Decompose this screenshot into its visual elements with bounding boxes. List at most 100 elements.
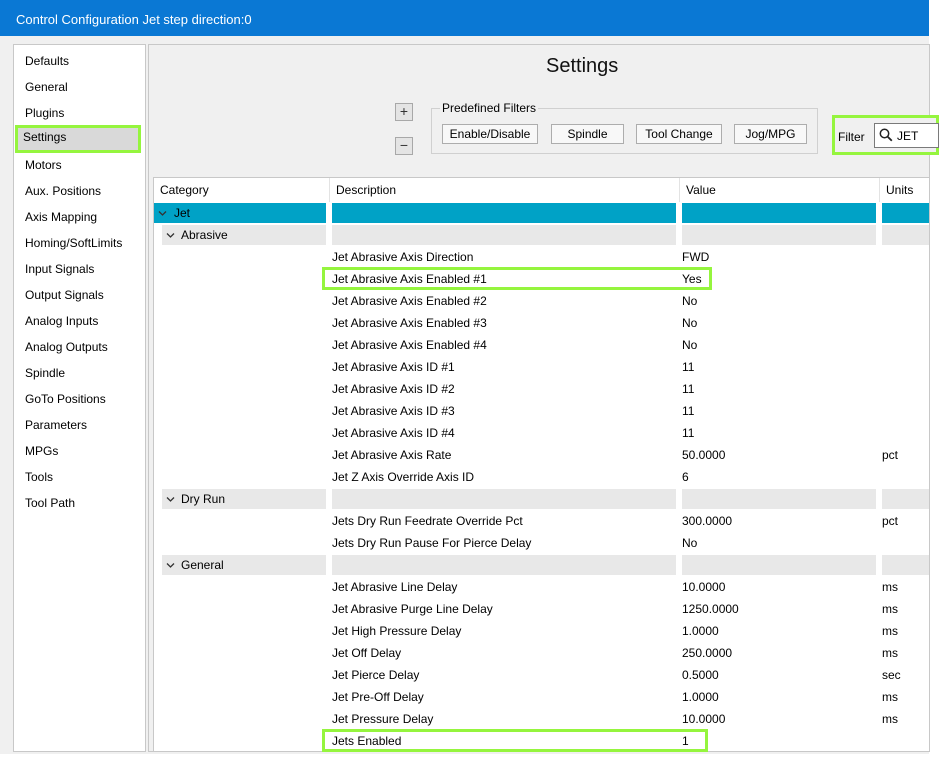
setting-description[interactable]: Jet Abrasive Axis ID #3 [332,401,455,421]
sidebar-item-goto-positions[interactable]: GoTo Positions [17,387,141,411]
setting-description[interactable]: Jet Abrasive Axis ID #4 [332,423,455,443]
setting-value[interactable]: FWD [682,247,709,267]
sidebar-item-settings[interactable]: Settings [15,125,141,153]
sidebar: Defaults General Plugins Settings Motors… [13,44,146,752]
sidebar-item-tool-path[interactable]: Tool Path [17,491,141,515]
column-header-value[interactable]: Value [680,178,880,202]
filter-enable-disable-button[interactable]: Enable/Disable [442,124,538,144]
setting-value[interactable]: 0.5000 [682,665,719,685]
sidebar-item-aux-positions[interactable]: Aux. Positions [17,179,141,203]
setting-value[interactable]: 250.0000 [682,643,732,663]
setting-value[interactable]: 1.0000 [682,621,719,641]
setting-description[interactable]: Jet Abrasive Axis Direction [332,247,473,267]
group-row-band [332,225,676,245]
column-header-units[interactable]: Units [880,178,929,202]
setting-value[interactable]: 10.0000 [682,577,725,597]
setting-description[interactable]: Jet Pre-Off Delay [332,687,424,707]
sidebar-item-plugins[interactable]: Plugins [17,101,141,125]
setting-description[interactable]: Jets Dry Run Feedrate Override Pct [332,511,523,531]
column-header-description[interactable]: Description [330,178,680,202]
setting-value[interactable]: 50.0000 [682,445,725,465]
setting-description[interactable]: Jets Dry Run Pause For Pierce Delay [332,533,531,553]
setting-description[interactable]: Jet Pierce Delay [332,665,419,685]
search-icon [879,128,893,142]
setting-units: pct [882,448,899,462]
root-row-band [882,203,929,223]
setting-description[interactable]: Jet Abrasive Axis Enabled #3 [332,313,487,333]
sidebar-item-analog-outputs[interactable]: Analog Outputs [17,335,141,359]
setting-value[interactable]: 1.0000 [682,687,719,707]
root-row-band [682,203,876,223]
group-label[interactable]: Abrasive [181,225,228,245]
setting-value[interactable]: 11 [682,357,694,377]
collapse-all-button[interactable]: − [395,137,413,155]
settings-grid[interactable]: Category Description Value Units Jet Abra… [153,177,930,752]
sidebar-item-defaults[interactable]: Defaults [17,49,141,73]
sidebar-item-mpgs[interactable]: MPGs [17,439,141,463]
setting-value[interactable]: 11 [682,401,694,421]
setting-description[interactable]: Jets Enabled [332,731,401,751]
chevron-down-icon[interactable] [158,209,167,218]
setting-value[interactable]: 300.0000 [682,511,732,531]
group-row-band [882,225,929,245]
window-title: Control Configuration Jet step direction… [0,0,930,36]
filter-label: Filter [838,130,865,144]
setting-units: pct [882,514,899,528]
setting-value[interactable]: No [682,335,697,355]
sidebar-item-tools[interactable]: Tools [17,465,141,489]
category-root-label[interactable]: Jet [174,203,190,223]
setting-description[interactable]: Jet Abrasive Axis ID #1 [332,357,455,377]
setting-description[interactable]: Jet Abrasive Axis Rate [332,445,451,465]
filter-input[interactable] [897,127,937,144]
group-row-band [332,489,676,509]
setting-value[interactable]: 1250.0000 [682,599,739,619]
filter-jog-mpg-button[interactable]: Jog/MPG [734,124,807,144]
chevron-down-icon[interactable] [166,561,175,570]
setting-value[interactable]: 1 [682,731,689,751]
setting-value[interactable]: 6 [682,467,689,487]
setting-units: sec [882,668,901,682]
column-header-category[interactable]: Category [154,178,330,202]
sidebar-item-parameters[interactable]: Parameters [17,413,141,437]
setting-description[interactable]: Jet Abrasive Axis Enabled #1 [332,269,487,289]
sidebar-item-general[interactable]: General [17,75,141,99]
group-row-band [682,489,876,509]
setting-value[interactable]: 11 [682,379,694,399]
sidebar-item-homing-softlimits[interactable]: Homing/SoftLimits [17,231,141,255]
setting-value[interactable]: Yes [682,269,702,289]
setting-units: ms [882,690,898,704]
group-row-band [332,555,676,575]
setting-units: ms [882,712,898,726]
setting-description[interactable]: Jet Pressure Delay [332,709,433,729]
setting-value[interactable]: No [682,291,697,311]
filter-field[interactable] [874,123,939,148]
expand-all-button[interactable]: + [395,103,413,121]
setting-description[interactable]: Jet Abrasive Purge Line Delay [332,599,493,619]
setting-units: ms [882,624,898,638]
predefined-filters-label: Predefined Filters [440,101,539,115]
sidebar-item-spindle[interactable]: Spindle [17,361,141,385]
setting-value[interactable]: No [682,313,697,333]
setting-description[interactable]: Jet Abrasive Line Delay [332,577,457,597]
setting-value[interactable]: 10.0000 [682,709,725,729]
setting-description[interactable]: Jet Abrasive Axis Enabled #4 [332,335,487,355]
filter-spindle-button[interactable]: Spindle [551,124,624,144]
sidebar-item-motors[interactable]: Motors [17,153,141,177]
setting-value[interactable]: No [682,533,697,553]
chevron-down-icon[interactable] [166,231,175,240]
setting-units: ms [882,580,898,594]
setting-description[interactable]: Jet Abrasive Axis ID #2 [332,379,455,399]
setting-description[interactable]: Jet High Pressure Delay [332,621,461,641]
setting-description[interactable]: Jet Off Delay [332,643,401,663]
sidebar-item-output-signals[interactable]: Output Signals [17,283,141,307]
sidebar-item-input-signals[interactable]: Input Signals [17,257,141,281]
chevron-down-icon[interactable] [166,495,175,504]
group-label[interactable]: General [181,555,224,575]
group-label[interactable]: Dry Run [181,489,225,509]
setting-description[interactable]: Jet Z Axis Override Axis ID [332,467,474,487]
filter-tool-change-button[interactable]: Tool Change [636,124,722,144]
sidebar-item-analog-inputs[interactable]: Analog Inputs [17,309,141,333]
sidebar-item-axis-mapping[interactable]: Axis Mapping [17,205,141,229]
setting-description[interactable]: Jet Abrasive Axis Enabled #2 [332,291,487,311]
setting-value[interactable]: 11 [682,423,694,443]
